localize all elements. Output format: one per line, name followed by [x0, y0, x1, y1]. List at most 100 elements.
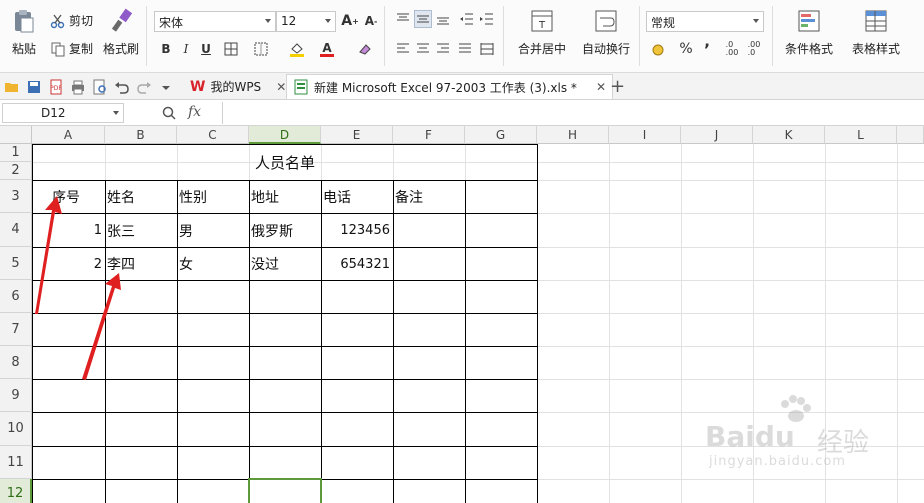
number-format-select[interactable]: 常规 [646, 11, 764, 32]
open-folder-icon[interactable] [4, 79, 20, 95]
font-name-select[interactable]: 宋体 [154, 11, 276, 32]
decrease-decimal-button[interactable]: .00 .0 [744, 40, 764, 58]
print-preview-icon[interactable] [92, 79, 108, 95]
font-grow-icon: A [341, 13, 353, 29]
font-name-value: 宋体 [159, 16, 184, 30]
new-tab-button[interactable]: + [604, 74, 631, 99]
decrease-decimal-icon: .00 .0 [747, 40, 761, 57]
font-grow-button[interactable]: A + [341, 12, 359, 30]
fill-color-button[interactable] [288, 40, 306, 58]
chevron-down-icon [753, 19, 759, 23]
distribute-icon [480, 43, 494, 55]
tab-my-wps[interactable]: W 我的WPS ✕ [184, 74, 292, 99]
svg-text:PDF: PDF [50, 85, 62, 92]
baidu-watermark: Baidu 经验 jingyan.baidu.com [705, 395, 905, 469]
save-icon[interactable] [26, 79, 42, 95]
ribbon: 粘贴 剪切 复制 格式刷 宋体 12 A + A- B I U A T 合并居中… [0, 0, 924, 73]
paintbrush-icon [111, 8, 133, 32]
clear-format-button[interactable] [356, 40, 374, 58]
redo-icon[interactable] [136, 79, 152, 95]
zoom-search-icon[interactable] [161, 105, 177, 121]
borders-button[interactable] [222, 40, 240, 58]
indent-decrease-button[interactable] [458, 10, 476, 28]
copy-button[interactable]: 复制 [50, 40, 93, 57]
red-arrow-icon [35, 196, 62, 314]
formula-bar: D12 fx [0, 100, 924, 126]
tab-workbook[interactable]: 新建 Microsoft Excel 97-2003 工作表 (3).xls *… [286, 74, 613, 99]
font-color-swatch [320, 53, 334, 57]
font-shrink-button[interactable]: A- [362, 12, 380, 30]
currency-button[interactable] [650, 40, 668, 58]
align-top-icon [397, 13, 409, 21]
align-right-icon [437, 43, 449, 53]
tab-workbook-label: 新建 Microsoft Excel 97-2003 工作表 (3).xls * [314, 80, 577, 95]
percent-icon: % [679, 41, 693, 57]
close-icon[interactable]: ✕ [276, 80, 286, 94]
svg-text:T: T [538, 20, 546, 31]
align-bottom-button[interactable] [434, 10, 452, 28]
undo-icon[interactable] [114, 79, 130, 95]
distribute-button[interactable] [478, 40, 496, 58]
underline-icon: U [201, 42, 211, 56]
font-size-value: 12 [281, 14, 297, 28]
red-arrow-icon [82, 273, 121, 380]
wrap-text-button[interactable]: 自动换行 [580, 8, 632, 57]
currency-icon [652, 44, 664, 56]
table-style-icon [865, 10, 887, 32]
spreadsheet-file-icon [294, 79, 308, 95]
watermark-url: jingyan.baidu.com [709, 454, 846, 469]
align-middle-button[interactable] [414, 10, 432, 28]
align-middle-icon [417, 15, 429, 23]
conditional-format-button[interactable]: 条件格式 [778, 8, 840, 57]
plus-icon: + [610, 76, 626, 97]
table-style-button[interactable]: 表格样式 [844, 8, 908, 57]
document-tab-bar: PDF W 我的WPS ✕ 新建 Microsoft Excel 97-2003… [0, 73, 924, 100]
print-icon[interactable] [70, 79, 86, 95]
italic-button[interactable]: I [177, 40, 195, 58]
underline-button[interactable]: U [197, 40, 215, 58]
formula-input[interactable] [222, 102, 922, 124]
eraser-icon [359, 44, 371, 55]
paste-label: 粘贴 [11, 42, 36, 56]
grid-pattern-icon [254, 42, 268, 56]
align-center-button[interactable] [414, 40, 432, 58]
align-left-icon [397, 43, 409, 53]
borders-icon [224, 42, 238, 56]
scissors-icon [50, 14, 65, 28]
merge-center-button[interactable]: T 合并居中 [512, 8, 572, 57]
format-painter-button[interactable]: 格式刷 [102, 8, 140, 57]
cut-button[interactable]: 剪切 [50, 12, 93, 29]
align-left-button[interactable] [394, 40, 412, 58]
name-box[interactable]: D12 [2, 103, 124, 123]
chevron-down-icon [265, 19, 271, 23]
format-painter-label: 格式刷 [102, 42, 139, 56]
function-button[interactable]: fx [188, 104, 201, 120]
cut-label: 剪切 [69, 14, 94, 28]
chevron-down-icon [113, 111, 119, 115]
pdf-icon[interactable]: PDF [48, 79, 64, 95]
fill-pattern-button[interactable] [252, 40, 270, 58]
thousands-button[interactable]: ’ [698, 40, 716, 59]
font-shrink-icon: A [364, 14, 374, 28]
font-size-select[interactable]: 12 [276, 11, 336, 32]
customize-dropdown-icon[interactable] [158, 79, 174, 95]
italic-icon: I [183, 42, 189, 56]
font-color-icon: A [322, 40, 332, 55]
bold-icon: B [161, 42, 171, 56]
bold-button[interactable]: B [157, 40, 175, 58]
name-box-value: D12 [41, 106, 66, 120]
ribbon-divider [146, 6, 147, 66]
align-right-button[interactable] [434, 40, 452, 58]
ribbon-divider [639, 6, 640, 66]
increase-decimal-button[interactable]: .0 .00 [722, 40, 742, 58]
ribbon-divider [503, 6, 504, 66]
paste-button[interactable]: 粘贴 [6, 8, 42, 57]
wrap-text-icon [595, 10, 617, 32]
spreadsheet-grid[interactable]: A B C D E F G H I J K L 1 2 3 4 5 6 7 8 … [0, 126, 924, 503]
justify-button[interactable] [456, 40, 474, 58]
indent-increase-button[interactable] [478, 10, 496, 28]
font-color-button[interactable]: A [318, 40, 336, 58]
percent-button[interactable]: % [677, 40, 695, 58]
align-top-button[interactable] [394, 10, 412, 28]
justify-icon [459, 43, 471, 53]
